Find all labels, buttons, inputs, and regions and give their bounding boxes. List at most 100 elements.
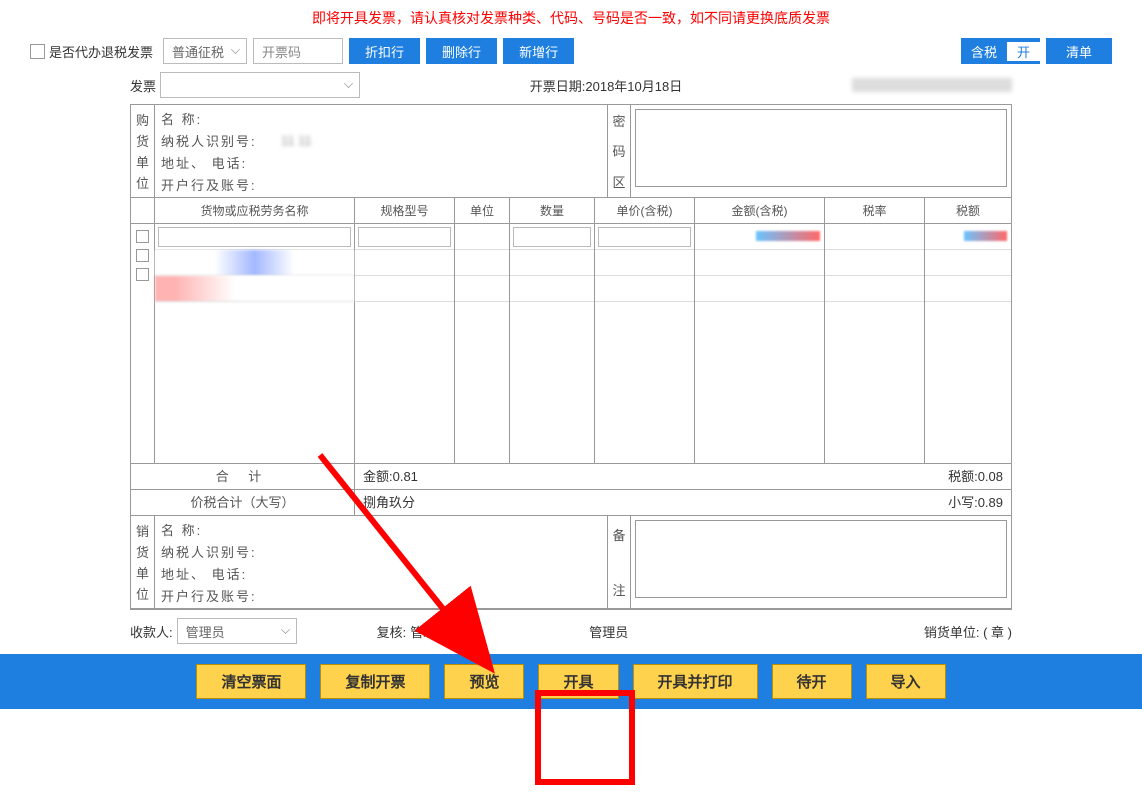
checkbox-icon[interactable] bbox=[30, 44, 45, 59]
item-cell[interactable] bbox=[355, 250, 454, 276]
password-side-label: 密码区 bbox=[607, 105, 631, 197]
col-price: 单价(含税) bbox=[595, 198, 695, 223]
item-price-input[interactable] bbox=[598, 227, 691, 247]
seller-bank-label: 开户行及账号: bbox=[161, 586, 281, 605]
seller-addr-value[interactable] bbox=[281, 564, 320, 583]
seller-unit-stamp: 销货单位: ( 章 ) bbox=[924, 622, 1012, 641]
seller-name-label: 名 称: bbox=[161, 520, 281, 539]
buyer-bank-value[interactable] bbox=[281, 175, 307, 194]
item-cell[interactable] bbox=[595, 276, 694, 302]
sum-label: 合 计 bbox=[131, 464, 355, 489]
col-name: 货物或应税劳务名称 bbox=[155, 198, 355, 223]
item-cell[interactable] bbox=[455, 224, 509, 250]
issue-button[interactable]: 开具 bbox=[538, 664, 618, 699]
item-row[interactable] bbox=[155, 276, 354, 302]
password-area bbox=[635, 109, 1007, 187]
sum-tax: 税额:0.08 bbox=[831, 464, 1011, 489]
item-cell[interactable] bbox=[510, 250, 594, 276]
seller-bank-value[interactable] bbox=[281, 586, 320, 605]
item-model-input[interactable] bbox=[358, 227, 451, 247]
new-row-button[interactable]: 新增行 bbox=[503, 38, 574, 64]
top-toolbar: 是否代办退税发票 普通征税 开票码 折扣行 删除行 新增行 含税开 清单 bbox=[30, 38, 1112, 64]
clear-button[interactable]: 清空票面 bbox=[196, 664, 306, 699]
item-cell[interactable] bbox=[595, 250, 694, 276]
item-cell[interactable] bbox=[695, 276, 824, 302]
checker-label: 复核: bbox=[377, 622, 407, 641]
invoice-type-select[interactable] bbox=[160, 72, 360, 98]
upper-value: 捌角玖分 bbox=[355, 490, 831, 515]
total-row: 价税合计（大写） 捌角玖分 小写:0.89 bbox=[131, 490, 1011, 516]
item-cell[interactable] bbox=[825, 250, 924, 276]
buyer-name-value[interactable] bbox=[281, 109, 346, 128]
item-cell[interactable] bbox=[510, 276, 594, 302]
buyer-addr-label: 地址、 电话: bbox=[161, 153, 281, 172]
item-cell[interactable] bbox=[925, 276, 1011, 302]
col-tax: 税额 bbox=[925, 198, 1011, 223]
refund-checkbox[interactable]: 是否代办退税发票 bbox=[30, 42, 153, 61]
buyer-taxid-value[interactable]: 11 11 bbox=[281, 133, 312, 148]
payee-select[interactable]: 管理员 bbox=[177, 618, 297, 644]
invoice-type-label: 发票 bbox=[130, 76, 156, 95]
buyer-name-label: 名 称: bbox=[161, 109, 281, 128]
seller-addr-label: 地址、 电话: bbox=[161, 564, 281, 583]
item-cell[interactable] bbox=[455, 250, 509, 276]
item-cell[interactable] bbox=[925, 224, 1011, 250]
invoice-form: 购货单位 名 称: 纳税人识别号:11 11 地址、 电话: 开户行及账号: 密… bbox=[130, 104, 1012, 610]
seller-side-label: 销货单位 bbox=[131, 516, 155, 608]
copy-issue-button[interactable]: 复制开票 bbox=[320, 664, 430, 699]
signers-row: 收款人: 管理员 复核: 管理员 管理员 销货单位: ( 章 ) bbox=[130, 618, 1012, 644]
issue-date-value: 2018年10月18日 bbox=[585, 79, 682, 94]
issuer-value: 管理员 bbox=[589, 622, 628, 641]
seller-taxid-value[interactable] bbox=[281, 542, 307, 561]
buyer-taxid-label: 纳税人识别号: bbox=[161, 131, 281, 150]
pending-button[interactable]: 待开 bbox=[772, 664, 852, 699]
col-rate: 税率 bbox=[825, 198, 925, 223]
delete-row-button[interactable]: 删除行 bbox=[426, 38, 497, 64]
discount-row-button[interactable]: 折扣行 bbox=[349, 38, 420, 64]
checker-value: 管理员 bbox=[410, 622, 449, 641]
item-cell[interactable] bbox=[695, 250, 824, 276]
item-cell[interactable] bbox=[825, 276, 924, 302]
invoice-number-blurred bbox=[852, 78, 1012, 92]
col-amount: 金额(含税) bbox=[695, 198, 825, 223]
row-checkbox[interactable] bbox=[136, 249, 149, 262]
list-button[interactable]: 清单 bbox=[1046, 38, 1112, 64]
remark-side-label: 备注 bbox=[607, 516, 631, 608]
row-checkbox[interactable] bbox=[136, 230, 149, 243]
item-cell[interactable] bbox=[355, 276, 454, 302]
sum-amount: 金额:0.81 bbox=[355, 464, 831, 489]
item-name-input[interactable] bbox=[158, 227, 351, 247]
item-cell[interactable] bbox=[825, 224, 924, 250]
issue-date-label: 开票日期: bbox=[530, 79, 586, 94]
item-cell[interactable] bbox=[455, 276, 509, 302]
seller-taxid-label: 纳税人识别号: bbox=[161, 542, 281, 561]
refund-checkbox-label: 是否代办退税发票 bbox=[49, 42, 153, 61]
buyer-section: 购货单位 名 称: 纳税人识别号:11 11 地址、 电话: 开户行及账号: 密… bbox=[131, 105, 1011, 198]
footer-bar: 清空票面 复制开票 预览 开具 开具并打印 待开 导入 bbox=[0, 654, 1142, 709]
buyer-bank-label: 开户行及账号: bbox=[161, 175, 281, 194]
items-body bbox=[131, 224, 1011, 464]
tax-type-select[interactable]: 普通征税 bbox=[163, 38, 247, 64]
col-model: 规格型号 bbox=[355, 198, 455, 223]
issue-print-button[interactable]: 开具并打印 bbox=[633, 664, 758, 699]
sum-row: 合 计 金额:0.81 税额:0.08 bbox=[131, 464, 1011, 490]
col-qty: 数量 bbox=[510, 198, 595, 223]
preview-button[interactable]: 预览 bbox=[444, 664, 524, 699]
remark-area[interactable] bbox=[635, 520, 1007, 598]
seller-name-value[interactable] bbox=[281, 520, 307, 539]
meta-row: 发票 开票日期:2018年10月18日 bbox=[130, 72, 1012, 98]
import-button[interactable]: 导入 bbox=[866, 664, 946, 699]
kpm-input[interactable]: 开票码 bbox=[253, 38, 343, 64]
buyer-addr-value[interactable] bbox=[281, 153, 398, 172]
item-row[interactable] bbox=[155, 250, 354, 276]
row-checkbox[interactable] bbox=[136, 268, 149, 281]
col-unit: 单位 bbox=[455, 198, 510, 223]
tax-include-toggle[interactable]: 含税开 bbox=[961, 38, 1040, 64]
upper-label: 价税合计（大写） bbox=[131, 490, 355, 515]
seller-section: 销货单位 名 称: 纳税人识别号: 地址、 电话: 开户行及账号: 备注 bbox=[131, 516, 1011, 609]
item-cell[interactable] bbox=[695, 224, 824, 250]
item-cell[interactable] bbox=[925, 250, 1011, 276]
item-qty-input[interactable] bbox=[513, 227, 591, 247]
lower-value: 小写:0.89 bbox=[831, 490, 1011, 515]
items-header: 货物或应税劳务名称 规格型号 单位 数量 单价(含税) 金额(含税) 税率 税额 bbox=[131, 198, 1011, 224]
